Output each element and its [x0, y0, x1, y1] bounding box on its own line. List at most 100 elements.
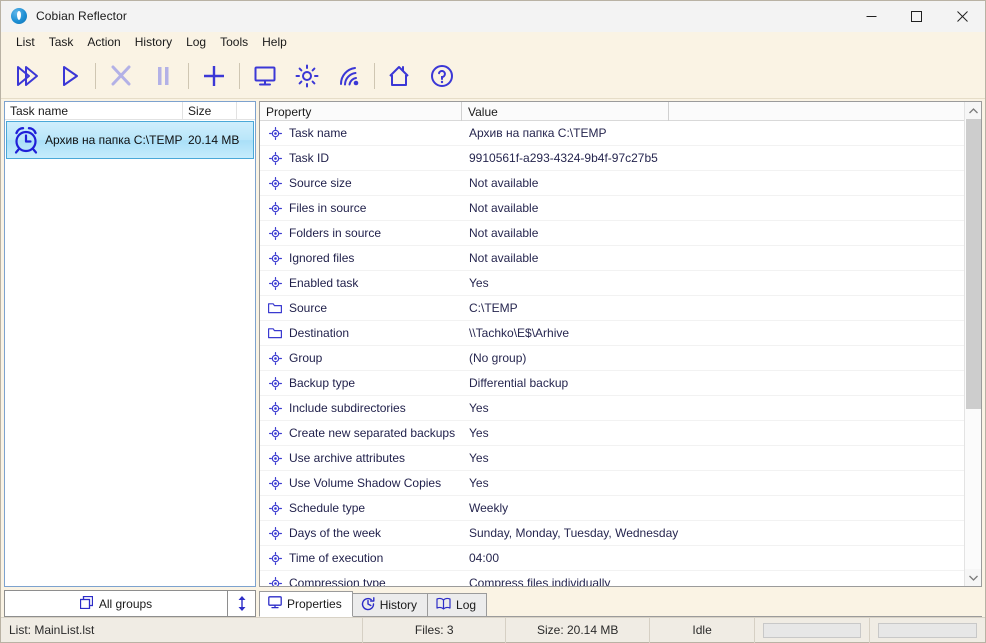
monitor-button[interactable]: [244, 56, 286, 96]
properties-grid-row[interactable]: Schedule type Weekly: [260, 496, 964, 521]
task-list-item-size: 20.14 MB: [188, 133, 240, 147]
menu-item-task[interactable]: Task: [42, 33, 81, 52]
value-cell: Not available: [469, 251, 539, 265]
properties-grid-row[interactable]: Enabled task Yes: [260, 271, 964, 296]
all-groups-button[interactable]: All groups: [4, 590, 228, 617]
tab-properties[interactable]: Properties: [259, 591, 353, 617]
value-cell: Yes: [469, 426, 489, 440]
status-bar: List: MainList.lst Files: 3 Size: 20.14 …: [1, 617, 985, 643]
remote-connection-button[interactable]: [328, 56, 370, 96]
pause-button[interactable]: [142, 56, 184, 96]
value-cell: (No group): [469, 351, 527, 365]
run-selected-task-button[interactable]: [49, 56, 91, 96]
book-icon: [436, 597, 451, 613]
properties-grid-row[interactable]: Source C:\TEMP: [260, 296, 964, 321]
monitor-icon: [268, 596, 282, 612]
properties-grid-row[interactable]: Days of the week Sunday, Monday, Tuesday,…: [260, 521, 964, 546]
double-play-icon: [17, 65, 38, 86]
properties-grid-row[interactable]: Use Volume Shadow Copies Yes: [260, 471, 964, 496]
properties-grid: Property Value Task name Архив на папка C…: [259, 101, 982, 587]
run-all-tasks-button[interactable]: [7, 56, 49, 96]
scroll-up-icon[interactable]: [965, 102, 982, 119]
task-list-pane: Task name Size Архив на папка C:\TEMP 20…: [4, 101, 256, 617]
pause-icon: [158, 66, 169, 85]
task-list-rows: Архив на папка C:\TEMP 20.14 MB: [5, 120, 255, 586]
plus-icon: [204, 65, 224, 86]
play-icon: [63, 65, 78, 86]
properties-grid-row[interactable]: Task name Архив на папка C:\TEMP: [260, 121, 964, 146]
menu-item-list[interactable]: List: [9, 33, 42, 52]
property-cell: Task name: [260, 126, 462, 140]
column-header-task-name[interactable]: Task name: [5, 102, 183, 120]
property-cell: Use archive attributes: [260, 451, 462, 465]
column-header-property[interactable]: Property: [260, 102, 462, 121]
value-cell: Not available: [469, 176, 539, 190]
home-button[interactable]: [379, 56, 421, 96]
minimize-icon[interactable]: [849, 1, 894, 32]
folder-icon: [268, 326, 282, 340]
properties-grid-row[interactable]: Folders in source Not available: [260, 221, 964, 246]
up-down-arrow-icon[interactable]: [228, 590, 256, 617]
properties-grid-row[interactable]: Source size Not available: [260, 171, 964, 196]
bullet-target-icon: [268, 526, 282, 540]
bullet-target-icon: [268, 126, 282, 140]
value-cell: Sunday, Monday, Tuesday, Wednesday: [469, 526, 679, 540]
properties-grid-row[interactable]: Time of execution 04:00: [260, 546, 964, 571]
property-label: Files in source: [289, 201, 367, 215]
properties-grid-row[interactable]: Task ID 9910561f-a293-4324-9b4f-97c27b5: [260, 146, 964, 171]
alarm-clock-icon: [7, 125, 45, 155]
bullet-target-icon: [268, 376, 282, 390]
bullet-target-icon: [268, 426, 282, 440]
bullet-target-icon: [268, 476, 282, 490]
title-bar: Cobian Reflector: [1, 1, 985, 32]
properties-grid-row[interactable]: Use archive attributes Yes: [260, 446, 964, 471]
new-task-button[interactable]: [193, 56, 235, 96]
properties-grid-row[interactable]: Create new separated backups Yes: [260, 421, 964, 446]
menu-item-help[interactable]: Help: [255, 33, 294, 52]
window-title: Cobian Reflector: [36, 9, 127, 23]
column-header-size[interactable]: Size: [183, 102, 237, 120]
value-cell: Архив на папка C:\TEMP: [469, 126, 607, 140]
properties-grid-row[interactable]: Group (No group): [260, 346, 964, 371]
help-button[interactable]: [421, 56, 463, 96]
task-list-item-name: Архив на папка C:\TEMP: [45, 133, 183, 147]
tab-log[interactable]: Log: [427, 593, 488, 617]
value-cell: Not available: [469, 201, 539, 215]
cobian-logo-icon: [11, 8, 27, 24]
menu-item-log[interactable]: Log: [179, 33, 213, 52]
main-content: Task name Size Архив на папка C:\TEMP 20…: [1, 99, 985, 617]
bullet-target-icon: [268, 401, 282, 415]
properties-grid-row[interactable]: Include subdirectories Yes: [260, 396, 964, 421]
scroll-down-icon[interactable]: [965, 569, 982, 586]
value-cell: Yes: [469, 476, 489, 490]
menu-item-tools[interactable]: Tools: [213, 33, 255, 52]
toolbar-separator: [239, 62, 240, 89]
menu-item-history[interactable]: History: [128, 33, 179, 52]
stop-button[interactable]: [100, 56, 142, 96]
property-cell: Group: [260, 351, 462, 365]
property-label: Source size: [289, 176, 352, 190]
properties-grid-row[interactable]: Destination \\Tachko\E$\Arhive: [260, 321, 964, 346]
monitor-icon: [254, 66, 276, 85]
close-icon[interactable]: [939, 1, 985, 32]
scrollbar-thumb[interactable]: [965, 119, 981, 409]
options-button[interactable]: [286, 56, 328, 96]
scrollbar-track[interactable]: [964, 119, 981, 569]
tab-history[interactable]: History: [351, 593, 429, 617]
value-cell: Differential backup: [469, 376, 569, 390]
properties-grid-row[interactable]: Ignored files Not available: [260, 246, 964, 271]
task-list[interactable]: Task name Size Архив на папка C:\TEMP 20…: [4, 101, 256, 587]
properties-grid-main: Property Value Task name Архив на папка C…: [260, 102, 964, 586]
properties-grid-row[interactable]: Files in source Not available: [260, 196, 964, 221]
properties-scrollbar[interactable]: [964, 102, 981, 586]
menu-item-action[interactable]: Action: [80, 33, 127, 52]
bullet-target-icon: [268, 201, 282, 215]
property-cell: Folders in source: [260, 226, 462, 240]
column-header-value[interactable]: Value: [462, 102, 669, 121]
properties-grid-row[interactable]: Backup type Differential backup: [260, 371, 964, 396]
bullet-target-icon: [268, 551, 282, 565]
properties-grid-row[interactable]: Compression type Compress files individua…: [260, 571, 964, 586]
maximize-icon[interactable]: [894, 1, 939, 32]
task-list-item[interactable]: Архив на папка C:\TEMP 20.14 MB: [6, 121, 254, 159]
window-controls: [849, 1, 985, 32]
